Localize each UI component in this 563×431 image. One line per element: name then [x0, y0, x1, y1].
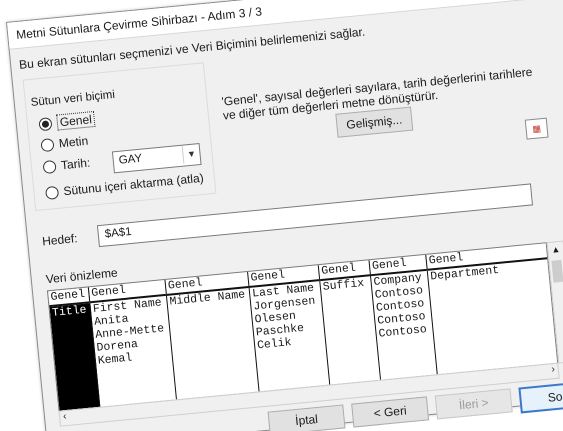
- destination-label: Hedef:: [41, 231, 79, 249]
- screenshot-stage: Metni Sütunlara Çevirme Sihirbazı - Adım…: [0, 0, 563, 431]
- preview-column-7[interactable]: Genel Department: [426, 243, 557, 374]
- chevron-right-icon[interactable]: ›: [551, 364, 555, 375]
- chevron-up-icon[interactable]: ▲: [551, 244, 561, 255]
- preview-cell: [55, 355, 96, 372]
- chevron-down-icon[interactable]: ▼: [181, 144, 201, 164]
- radio-date-dot[interactable]: [42, 159, 57, 174]
- window-title: Metni Sütunlara Çevirme Sihirbazı - Adım…: [15, 4, 263, 43]
- date-format-value: GAY: [118, 152, 143, 167]
- radio-text-label: Metin: [58, 133, 89, 151]
- preview-column-3[interactable]: Genel Middle Name: [165, 271, 260, 400]
- preview-column-4[interactable]: Genel Last Name Jorgensen Olesen Paschke…: [248, 265, 331, 392]
- text-to-columns-dialog: Metni Sütunlara Çevirme Sihirbazı - Adım…: [6, 0, 563, 431]
- radio-date-label: Tarih:: [60, 155, 91, 173]
- radio-text-dot[interactable]: [40, 137, 55, 152]
- back-button[interactable]: < Geri: [351, 396, 430, 428]
- finish-button[interactable]: Son: [518, 380, 563, 414]
- radio-general-dot[interactable]: [38, 116, 53, 131]
- data-preview-label: Veri önizleme: [45, 265, 119, 287]
- radio-skip-dot[interactable]: [44, 185, 60, 200]
- preview-column-2[interactable]: Genel First Name Anita Anne-Mette Dorena…: [88, 279, 177, 407]
- cancel-button[interactable]: İptal: [267, 404, 346, 431]
- scroll-thumb[interactable]: [551, 259, 563, 283]
- collapse-dialog-icon[interactable]: ▦: [524, 117, 549, 140]
- advanced-button[interactable]: Gelişmiş...: [335, 106, 414, 138]
- destination-value: $A$1: [104, 225, 133, 241]
- next-button[interactable]: İleri >: [434, 388, 513, 420]
- chevron-left-icon[interactable]: ‹: [63, 411, 67, 422]
